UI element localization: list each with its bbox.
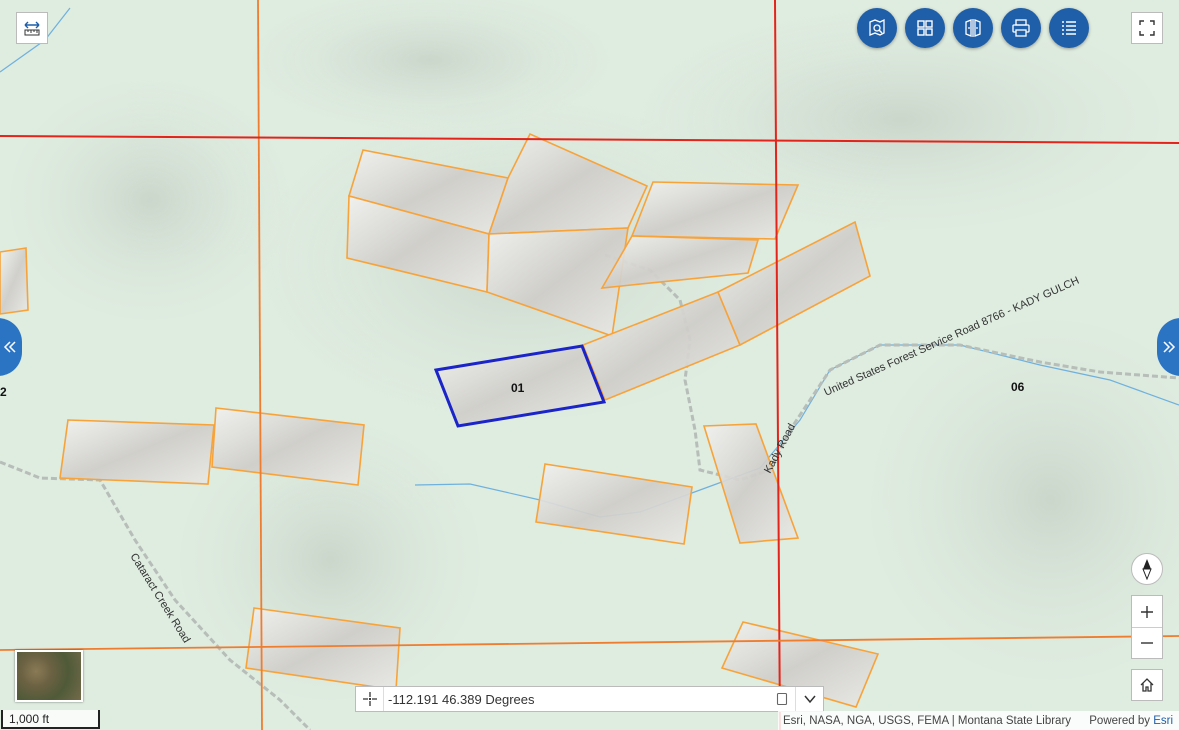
attribution-bar: Esri, NASA, NGA, USGS, FEMA | Montana St…: [778, 711, 1179, 730]
coordinate-value: -112.191 46.389 Degrees: [388, 691, 535, 707]
parcel-label-selected: 01: [511, 381, 525, 395]
parcel: [0, 247, 29, 315]
split-compare-icon: [965, 19, 981, 37]
parcel: [59, 419, 215, 485]
home-button[interactable]: [1131, 669, 1163, 701]
print-button[interactable]: [1001, 8, 1041, 48]
grid-icon: [917, 20, 933, 36]
fullscreen-button[interactable]: [1131, 12, 1163, 44]
coordinate-bar: -112.191 46.389 Degrees: [355, 686, 824, 712]
search-layers-button[interactable]: [857, 8, 897, 48]
attribution-sources: Esri, NASA, NGA, USGS, FEMA | Montana St…: [783, 714, 1072, 727]
zoom-in-button[interactable]: [1132, 596, 1162, 627]
plus-icon: [1141, 605, 1153, 618]
esri-link[interactable]: Esri: [1153, 715, 1173, 727]
zoom-controls: [1131, 595, 1163, 659]
list-icon: [1062, 21, 1076, 35]
printer-icon: [1012, 19, 1030, 37]
double-chevron-right-icon: [1163, 341, 1176, 353]
minus-icon: [1141, 642, 1153, 644]
chevron-down-icon: [803, 695, 816, 704]
compass-icon: [1142, 559, 1152, 580]
parcel-label-right: 06: [1011, 380, 1025, 394]
map-canvas[interactable]: 01 06 2 United States Forest Service Roa…: [0, 0, 1179, 730]
map-search-icon: [869, 18, 885, 36]
double-chevron-left-icon: [3, 341, 16, 353]
copy-coordinate-button[interactable]: [769, 687, 795, 711]
basemap-gallery-button[interactable]: [905, 8, 945, 48]
copy-icon: [776, 692, 788, 706]
parcel: [630, 181, 800, 240]
zoom-out-button[interactable]: [1132, 627, 1162, 658]
compass-button[interactable]: [1131, 553, 1163, 585]
parcel-label-left-edge: 2: [0, 385, 7, 399]
crosshair-icon: [362, 692, 377, 706]
coordinate-options-button[interactable]: [795, 687, 823, 711]
home-icon: [1140, 678, 1154, 692]
powered-by: Powered by Esri: [1089, 715, 1173, 727]
compare-button[interactable]: [953, 8, 993, 48]
legend-button[interactable]: [1049, 8, 1089, 48]
powered-by-prefix: Powered by: [1089, 714, 1154, 727]
scalebar: 1,000 ft: [1, 710, 100, 729]
scalebar-label: 1,000 ft: [9, 712, 50, 726]
measure-ruler-icon: [24, 21, 40, 36]
fullscreen-icon: [1139, 20, 1155, 36]
locate-coordinate-button[interactable]: [356, 687, 384, 711]
measure-button[interactable]: [16, 12, 48, 44]
overview-map[interactable]: [15, 650, 83, 702]
